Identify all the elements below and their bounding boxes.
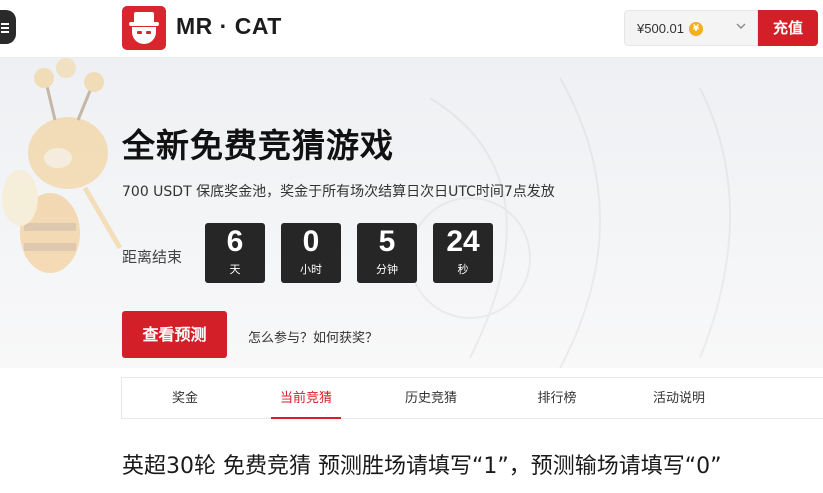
tab-rules[interactable]: 活动说明 (639, 378, 719, 419)
tab-prize[interactable]: 奖金 (149, 378, 221, 419)
tab-current-quiz[interactable]: 当前竞猜 (271, 378, 341, 419)
balance-value: ¥500.01 (637, 21, 684, 36)
hero-banner: 全新免费竞猜游戏 700 USDT 保底奖金池，奖金于所有场次结算日次日UTC时… (0, 58, 823, 368)
countdown-minutes-value: 5 (378, 225, 396, 258)
countdown-seconds-value: 24 (446, 225, 480, 258)
view-prediction-button[interactable]: 查看预测 (122, 311, 227, 358)
recharge-button[interactable]: 充值 (758, 10, 818, 46)
chevron-down-icon (735, 20, 747, 35)
wallet-balance-dropdown[interactable]: ¥500.01 ¥ (624, 10, 758, 46)
mr-cat-logo-icon[interactable] (122, 6, 166, 50)
countdown-seconds-unit: 秒 (457, 263, 469, 276)
brand-name[interactable]: MR · CAT (176, 13, 282, 40)
countdown-days-unit: 天 (229, 263, 241, 276)
countdown-hours-unit: 小时 (300, 263, 322, 276)
countdown-label: 距离结束 (122, 248, 183, 266)
countdown-days: 6 天 (205, 223, 265, 283)
tab-leaderboard[interactable]: 排行榜 (522, 378, 592, 419)
tab-history-quiz[interactable]: 历史竞猜 (391, 378, 471, 419)
menu-icon[interactable] (0, 10, 16, 44)
section-tabs: 奖金 当前竞猜 历史竞猜 排行榜 活动说明 (121, 377, 823, 419)
countdown-hours: 0 小时 (281, 223, 341, 283)
how-to-participate-link[interactable]: 怎么参与？如何获奖？ (248, 327, 378, 346)
countdown-minutes: 5 分钟 (357, 223, 417, 283)
countdown-seconds: 24 秒 (433, 223, 493, 283)
section-title: 英超30轮 免费竞猜 预测胜场请填写“1”，预测输场请填写“0” (122, 454, 722, 479)
countdown-hours-value: 0 (302, 225, 320, 258)
hero-subtitle: 700 USDT 保底奖金池，奖金于所有场次结算日次日UTC时间7点发放 (122, 184, 555, 200)
hero-title: 全新免费竞猜游戏 (122, 126, 394, 165)
countdown-days-value: 6 (226, 225, 244, 258)
coin-icon: ¥ (689, 22, 703, 36)
top-header: MR · CAT ¥500.01 ¥ 充值 (0, 0, 823, 58)
countdown-minutes-unit: 分钟 (376, 263, 398, 276)
